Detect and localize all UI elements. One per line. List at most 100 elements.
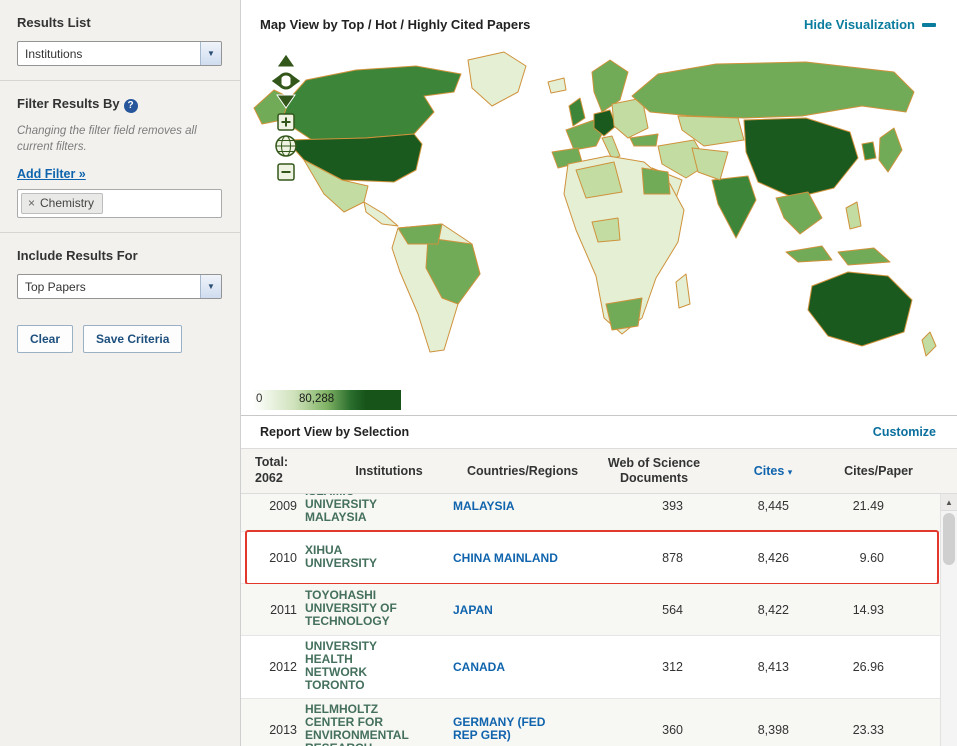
country-link[interactable]: GERMANY (FED REP GER) (453, 716, 567, 742)
filter-section: Filter Results By? Changing the filter f… (0, 81, 240, 232)
total-count: Total: 2062 (255, 455, 311, 486)
region-korea[interactable] (862, 142, 876, 160)
legend-min-label: 0 (256, 393, 262, 405)
region-india[interactable] (712, 176, 756, 238)
scroll-up-button[interactable]: ▲ (941, 494, 957, 511)
table-row: 2011 TOYOHASHI UNIVERSITY OF TECHNOLOGY … (241, 584, 940, 636)
region-new-zealand[interactable] (922, 332, 936, 356)
rank-cell: 2012 (241, 660, 297, 674)
rank-cell: 2013 (241, 723, 297, 737)
chevron-down-icon[interactable]: ▼ (200, 42, 221, 65)
region-indonesia-east[interactable] (838, 248, 890, 265)
include-results-select[interactable]: Top Papers ▼ (17, 274, 222, 299)
region-south-africa[interactable] (606, 298, 642, 330)
col-header-countries: Countries/Regions (467, 464, 585, 478)
col-header-cites-sort[interactable]: Cites ▾ (723, 464, 823, 478)
region-iceland[interactable] (548, 78, 566, 93)
table-row: 2012 UNIVERSITY HEALTH NETWORK TORONTO C… (241, 636, 940, 699)
include-results-section: Include Results For Top Papers ▼ (0, 233, 240, 313)
cites-label: Cites (754, 464, 785, 478)
region-turkey[interactable] (630, 134, 658, 146)
world-map-svg[interactable] (246, 46, 951, 376)
institution-link[interactable]: ISLAMIC UNIVERSITY MALAYSIA (305, 494, 417, 524)
world-map[interactable]: 0 80,288 (241, 44, 957, 415)
results-list-section: Results List Institutions ▼ (0, 0, 240, 80)
country-link[interactable]: CHINA MAINLAND (453, 552, 558, 565)
globe-reset-button[interactable] (276, 136, 296, 156)
legend-max-label: 80,288 (299, 393, 334, 405)
total-value: 2062 (255, 471, 311, 487)
cites-per-paper-cell: 23.33 (817, 723, 912, 737)
region-madagascar[interactable] (676, 274, 690, 308)
cites-cell: 8,422 (709, 603, 809, 617)
results-list-heading: Results List (17, 15, 223, 30)
table-scrollbar[interactable]: ▲ (940, 494, 957, 746)
zoom-out-button[interactable] (278, 164, 294, 180)
table-rows: 2009 ISLAMIC UNIVERSITY MALAYSIA MALAYSI… (241, 494, 940, 746)
sort-caret-icon: ▾ (788, 467, 793, 477)
scrollbar-thumb[interactable] (943, 513, 955, 565)
docs-cell: 564 (579, 603, 701, 617)
map-view-title: Map View by Top / Hot / Highly Cited Pap… (260, 17, 530, 32)
pan-down-button[interactable] (277, 95, 295, 108)
cites-per-paper-cell: 14.93 (817, 603, 912, 617)
filter-chip-label: Chemistry (40, 196, 94, 210)
map-color-legend: 0 80,288 (253, 390, 401, 410)
rank-cell: 2009 (241, 499, 297, 513)
rank-cell: 2011 (241, 603, 297, 617)
region-greenland[interactable] (468, 52, 526, 106)
hide-visualization-label: Hide Visualization (804, 17, 915, 32)
country-link[interactable]: MALAYSIA (453, 500, 515, 513)
docs-cell: 393 (579, 499, 701, 513)
region-china[interactable] (744, 118, 858, 198)
chevron-down-icon[interactable]: ▼ (200, 275, 221, 298)
institution-link[interactable]: HELMHOLTZ CENTER FOR ENVIRONMENTAL RESEA… (305, 703, 417, 746)
remove-filter-icon[interactable]: × (28, 197, 35, 209)
help-icon[interactable]: ? (124, 99, 138, 113)
filter-note: Changing the filter field removes all cu… (17, 124, 223, 155)
filter-chip-box: × Chemistry (17, 189, 222, 218)
include-results-value: Top Papers (18, 280, 200, 294)
table-row: 2009 ISLAMIC UNIVERSITY MALAYSIA MALAYSI… (241, 494, 940, 532)
hide-visualization-link[interactable]: Hide Visualization (804, 17, 936, 32)
cites-per-paper-cell: 21.49 (817, 499, 912, 513)
rank-cell: 2010 (241, 551, 297, 565)
region-egypt[interactable] (642, 168, 670, 194)
region-indonesia-west[interactable] (786, 246, 832, 262)
institution-link[interactable]: UNIVERSITY HEALTH NETWORK TORONTO (305, 640, 417, 692)
table-header-row: Total: 2062 Institutions Countries/Regio… (241, 448, 957, 494)
region-uk[interactable] (569, 98, 585, 126)
cites-cell: 8,426 (709, 551, 809, 565)
cites-cell: 8,398 (709, 723, 809, 737)
customize-link[interactable]: Customize (873, 425, 936, 439)
institution-link[interactable]: TOYOHASHI UNIVERSITY OF TECHNOLOGY (305, 589, 417, 628)
col-header-wos-documents: Web of Science Documents (593, 456, 715, 486)
save-criteria-button[interactable]: Save Criteria (83, 325, 182, 353)
region-southeast-asia[interactable] (776, 192, 822, 234)
filter-by-label: Filter Results By (17, 96, 120, 111)
region-central-america[interactable] (364, 202, 398, 226)
country-link[interactable]: JAPAN (453, 604, 493, 617)
region-japan[interactable] (879, 128, 902, 172)
country-link[interactable]: CANADA (453, 661, 505, 674)
results-list-select[interactable]: Institutions ▼ (17, 41, 222, 66)
region-italy[interactable] (602, 136, 620, 159)
add-filter-link[interactable]: Add Filter » (17, 167, 86, 181)
filter-chip-chemistry[interactable]: × Chemistry (21, 193, 103, 214)
region-australia[interactable] (808, 272, 912, 346)
pan-up-button[interactable] (277, 54, 295, 67)
filter-by-heading: Filter Results By? (17, 96, 223, 113)
zoom-in-button[interactable] (278, 114, 294, 130)
cites-per-paper-cell: 9.60 (817, 551, 912, 565)
map-pan-zoom-control[interactable] (263, 52, 309, 192)
region-russia[interactable] (632, 62, 914, 118)
esi-app: Results List Institutions ▼ Filter Resul… (0, 0, 957, 746)
institution-link[interactable]: XIHUA UNIVERSITY (305, 544, 417, 570)
minus-icon (922, 23, 936, 27)
table-row-highlighted: 2010 XIHUA UNIVERSITY CHINA MAINLAND 878… (241, 532, 940, 584)
clear-button[interactable]: Clear (17, 325, 73, 353)
region-pakistan[interactable] (692, 148, 728, 180)
region-philippines[interactable] (846, 202, 861, 229)
sidebar-buttons: Clear Save Criteria (0, 313, 240, 365)
sidebar: Results List Institutions ▼ Filter Resul… (0, 0, 241, 746)
